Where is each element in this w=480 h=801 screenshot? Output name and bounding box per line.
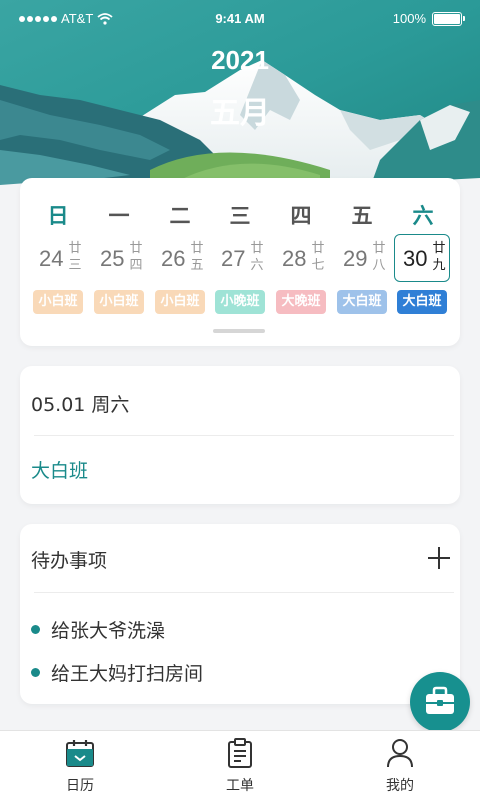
tab-work-orders[interactable]: 工单 xyxy=(160,731,320,801)
todo-item-label: 给张大爷洗澡 xyxy=(51,620,166,642)
user-icon xyxy=(387,739,413,768)
weekday-label: 五 xyxy=(351,204,373,228)
lunar-date: 廿四 xyxy=(129,241,143,273)
divider xyxy=(34,435,454,436)
shift-badge: 小白班 xyxy=(33,290,83,314)
day-cell[interactable]: 27 廿六 xyxy=(212,234,268,282)
day-number: 28 xyxy=(282,246,307,271)
divider xyxy=(34,592,454,593)
expand-handle[interactable] xyxy=(213,329,265,333)
day-number: 30 xyxy=(403,246,428,271)
weekday-label: 二 xyxy=(169,204,191,228)
work-fab-button[interactable] xyxy=(410,672,470,732)
weekday-row: 日 一 二 三 四 五 六 xyxy=(20,200,460,228)
day-cell-selected[interactable]: 30 廿九 xyxy=(394,234,450,282)
year-label: 2021 xyxy=(211,45,269,75)
status-bar: AT&T 9:41 AM 100% xyxy=(0,0,480,36)
tab-label: 工单 xyxy=(226,778,254,794)
bottom-tab-bar: 日历 工单 我的 xyxy=(0,730,480,801)
day-cell[interactable]: 24 廿三 xyxy=(30,234,86,282)
todo-card: 待办事项 给张大爷洗澡 给王大妈打扫房间 xyxy=(20,524,460,704)
day-cell[interactable]: 29 廿八 xyxy=(334,234,390,282)
bullet-icon xyxy=(31,625,40,634)
shift-badge: 大白班 xyxy=(397,290,447,314)
day-number: 25 xyxy=(100,246,125,271)
bullet-icon xyxy=(31,668,40,677)
day-detail-card: 05.01 周六 大白班 xyxy=(20,366,460,504)
day-number: 26 xyxy=(161,246,186,271)
todo-title: 待办事项 xyxy=(31,550,108,572)
day-cell[interactable]: 25 廿四 xyxy=(91,234,147,282)
selected-date: 05.01 周六 xyxy=(31,394,130,416)
tab-label: 日历 xyxy=(66,778,94,794)
shift-badge: 大晚班 xyxy=(276,290,326,314)
lunar-date: 廿三 xyxy=(68,241,82,273)
lunar-date: 廿八 xyxy=(372,241,386,273)
calendar-icon xyxy=(66,740,94,767)
lunar-date: 廿九 xyxy=(432,241,446,273)
weekday-label: 六 xyxy=(412,204,434,228)
day-number: 29 xyxy=(343,246,368,271)
todo-item[interactable]: 给张大爷洗澡 xyxy=(31,616,165,643)
tab-profile[interactable]: 我的 xyxy=(320,731,480,801)
shift-badge: 大白班 xyxy=(337,290,387,314)
month-label: 五月 xyxy=(210,96,270,131)
battery-label: 100% xyxy=(392,11,426,26)
shift-badge: 小晚班 xyxy=(215,290,265,314)
tab-calendar[interactable]: 日历 xyxy=(0,731,160,801)
clipboard-icon xyxy=(228,738,252,768)
weekday-label: 四 xyxy=(290,204,312,228)
tab-label: 我的 xyxy=(386,778,414,794)
add-todo-button[interactable] xyxy=(428,546,452,570)
day-number: 24 xyxy=(39,246,64,271)
day-cell[interactable]: 28 廿七 xyxy=(273,234,329,282)
briefcase-icon xyxy=(426,686,454,714)
weekday-label: 日 xyxy=(47,204,69,228)
lunar-date: 廿五 xyxy=(190,241,204,273)
shift-badge: 小白班 xyxy=(155,290,205,314)
lunar-date: 廿七 xyxy=(311,241,325,273)
day-number: 27 xyxy=(221,246,246,271)
weekday-label: 一 xyxy=(108,204,130,228)
lunar-date: 廿六 xyxy=(250,241,264,273)
battery-icon xyxy=(432,11,465,26)
week-calendar-card: 日 一 二 三 四 五 六 24 廿三 25 廿四 26 廿五 27 廿六 28… xyxy=(20,178,460,346)
weekday-label: 三 xyxy=(229,204,251,228)
todo-item-label: 给王大妈打扫房间 xyxy=(51,663,204,685)
shift-badge: 小白班 xyxy=(94,290,144,314)
selected-shift: 大白班 xyxy=(31,460,89,482)
day-cell[interactable]: 26 廿五 xyxy=(152,234,208,282)
todo-item[interactable]: 给王大妈打扫房间 xyxy=(31,659,203,686)
